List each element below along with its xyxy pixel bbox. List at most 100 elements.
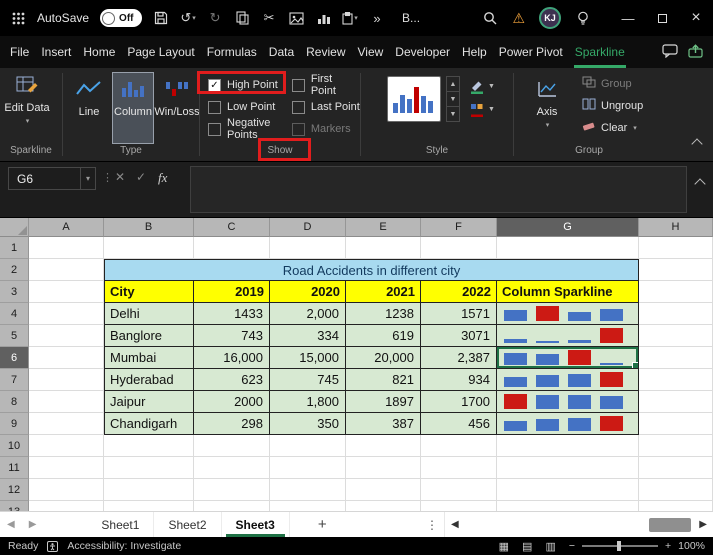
row-header-12[interactable]: 12 <box>0 479 29 501</box>
redo-button[interactable]: ↻ <box>207 10 223 26</box>
cell-A7[interactable] <box>29 369 104 391</box>
cell-E4[interactable]: 1238 <box>346 303 421 325</box>
cell-B4[interactable]: Delhi <box>104 303 194 325</box>
cell-C8[interactable]: 2000 <box>194 391 270 413</box>
cell-A9[interactable] <box>29 413 104 435</box>
active-cell-G6[interactable] <box>497 347 639 369</box>
cell-F1[interactable] <box>421 237 497 259</box>
cell-E13[interactable] <box>346 501 421 511</box>
cell-C12[interactable] <box>194 479 270 501</box>
cell-H2[interactable] <box>639 259 713 281</box>
cell-E7[interactable]: 821 <box>346 369 421 391</box>
page-layout-view-icon[interactable]: ▤ <box>522 540 532 553</box>
cut-button[interactable]: ✂ <box>261 10 277 26</box>
cell-C6[interactable]: 16,000 <box>194 347 270 369</box>
cell-C7[interactable]: 623 <box>194 369 270 391</box>
row-header-10[interactable]: 10 <box>0 435 29 457</box>
gallery-more-button[interactable]: ▼ <box>447 107 459 121</box>
cell-E5[interactable]: 619 <box>346 325 421 347</box>
menu-item-home[interactable]: Home <box>77 36 121 68</box>
gallery-down-button[interactable]: ▼ <box>447 92 459 107</box>
zoom-slider-thumb[interactable] <box>617 541 621 551</box>
zoom-in-button[interactable]: + <box>665 540 671 552</box>
zoom-level[interactable]: 100% <box>678 540 705 552</box>
cell-G8[interactable] <box>497 391 639 413</box>
cell-B6[interactable]: Mumbai <box>104 347 194 369</box>
scroll-right-button[interactable]: ▶ <box>693 519 713 530</box>
cell-C13[interactable] <box>194 501 270 511</box>
axis-button[interactable]: Axis ▾ <box>524 74 570 144</box>
cell-G5[interactable] <box>497 325 639 347</box>
cell-G13[interactable] <box>497 501 639 511</box>
cell-H9[interactable] <box>639 413 713 435</box>
cell-C9[interactable]: 298 <box>194 413 270 435</box>
copy-button[interactable] <box>234 11 250 25</box>
cell-C4[interactable]: 1433 <box>194 303 270 325</box>
cell-F3[interactable]: 2022 <box>421 281 497 303</box>
cell-C1[interactable] <box>194 237 270 259</box>
row-header-11[interactable]: 11 <box>0 457 29 479</box>
cell-D13[interactable] <box>270 501 346 511</box>
row-header-3[interactable]: 3 <box>0 281 29 303</box>
sheet-tab-sheet1[interactable]: Sheet1 <box>87 512 155 537</box>
zoom-slider[interactable] <box>582 541 658 551</box>
cell-B7[interactable]: Hyderabad <box>104 369 194 391</box>
cancel-entry-button[interactable]: ✕ <box>115 170 125 184</box>
share-button[interactable] <box>688 43 703 61</box>
cell-G10[interactable] <box>497 435 639 457</box>
lightbulb-icon[interactable] <box>575 11 591 25</box>
cell-H13[interactable] <box>639 501 713 511</box>
cell-A5[interactable] <box>29 325 104 347</box>
type-button-win-loss[interactable]: Win/Loss <box>154 72 200 144</box>
confirm-entry-button[interactable]: ✓ <box>136 170 146 184</box>
cell-C11[interactable] <box>194 457 270 479</box>
cell-E3[interactable]: 2021 <box>346 281 421 303</box>
cell-C3[interactable]: 2019 <box>194 281 270 303</box>
cell-B3[interactable]: City <box>104 281 194 303</box>
minimize-button[interactable]: — <box>611 0 645 36</box>
picture-button[interactable] <box>288 11 304 25</box>
row-header-13[interactable]: 13 <box>0 501 29 511</box>
marker-color-button[interactable]: ▼ <box>469 102 495 117</box>
menu-item-view[interactable]: View <box>352 36 390 68</box>
column-header-A[interactable]: A <box>29 218 104 237</box>
cell-D3[interactable]: 2020 <box>270 281 346 303</box>
comments-button[interactable] <box>662 43 678 61</box>
cell-D8[interactable]: 1,800 <box>270 391 346 413</box>
menu-item-page-layout[interactable]: Page Layout <box>121 36 200 68</box>
cell-H6[interactable] <box>639 347 713 369</box>
app-launcher-icon[interactable] <box>10 12 26 25</box>
cell-H5[interactable] <box>639 325 713 347</box>
type-button-column[interactable]: Column <box>112 72 154 144</box>
cell-H3[interactable] <box>639 281 713 303</box>
cell-G3[interactable]: Column Sparkline <box>497 281 639 303</box>
cell-E8[interactable]: 1897 <box>346 391 421 413</box>
checkbox-low-point[interactable]: Low Point <box>208 100 280 114</box>
cell-F6[interactable]: 2,387 <box>421 347 497 369</box>
cell-B13[interactable] <box>104 501 194 511</box>
cell-H1[interactable] <box>639 237 713 259</box>
column-header-D[interactable]: D <box>270 218 346 237</box>
column-header-H[interactable]: H <box>639 218 713 237</box>
row-header-5[interactable]: 5 <box>0 325 29 347</box>
maximize-button[interactable] <box>645 0 679 36</box>
undo-button[interactable]: ↺ ▾ <box>180 10 196 26</box>
tab-nav-right[interactable]: ▶ <box>22 512 44 537</box>
cell-F7[interactable]: 934 <box>421 369 497 391</box>
cell-F11[interactable] <box>421 457 497 479</box>
edit-data-button[interactable]: Edit Data ▾ <box>0 68 54 144</box>
paste-dropdown-icon[interactable]: ▾ <box>354 14 358 22</box>
cell-F8[interactable]: 1700 <box>421 391 497 413</box>
cell-A6[interactable] <box>29 347 104 369</box>
name-box[interactable]: G6 ▾ <box>8 167 96 190</box>
cell-F4[interactable]: 1571 <box>421 303 497 325</box>
ungroup-button[interactable]: Ungroup <box>582 98 643 113</box>
cell-B5[interactable]: Banglore <box>104 325 194 347</box>
row-header-8[interactable]: 8 <box>0 391 29 413</box>
add-sheet-button[interactable]: + <box>304 512 341 537</box>
cell-E1[interactable] <box>346 237 421 259</box>
sheet-menu-icon[interactable]: ⋮ <box>426 512 438 537</box>
merged-title-cell[interactable]: Road Accidents in different city <box>104 259 639 281</box>
cell-A4[interactable] <box>29 303 104 325</box>
menu-item-data[interactable]: Data <box>263 36 300 68</box>
